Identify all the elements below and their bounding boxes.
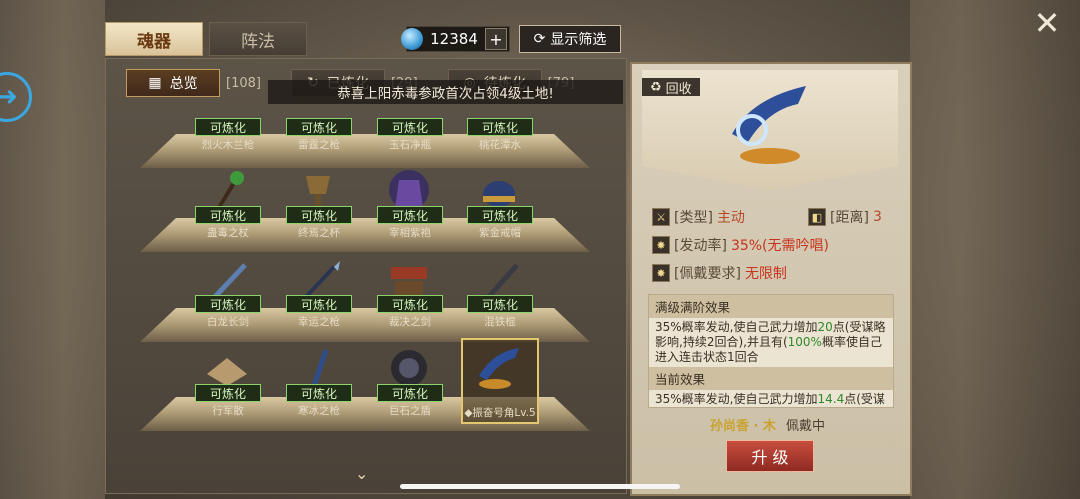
artifact-name: 终焉之杯 (298, 227, 340, 239)
artifact-item[interactable]: 可炼化 巨石之盾 (365, 346, 455, 424)
artifact-name: 混铁棍 (484, 316, 516, 328)
attr-range: ◧ [距离] 3 (808, 207, 882, 227)
range-icon: ◧ (808, 208, 826, 226)
refinable-badge: 可炼化 (467, 206, 533, 224)
tab-formation[interactable]: 阵法 (209, 22, 307, 56)
refinable-badge: 可炼化 (377, 118, 443, 136)
star-burst-icon: ✸ (652, 236, 670, 254)
current-effect-text: 35%概率发动,使自己武力增加14.4点(受谋 (655, 392, 885, 406)
attr-key: [类型] (674, 210, 713, 226)
artifact-item[interactable]: 可炼化 白龙长剑 (183, 257, 273, 335)
add-currency-button[interactable]: + (485, 28, 507, 50)
artifact-item[interactable]: 可炼化 裁决之剑 (365, 257, 455, 335)
upgrade-button[interactable]: 升 级 (726, 440, 814, 472)
artifact-item[interactable]: 可炼化 行军散 (183, 346, 273, 424)
refinable-badge: 可炼化 (286, 384, 352, 402)
war-horn-icon (479, 348, 519, 389)
effect-description[interactable]: 满级满阶效果 35%概率发动,使自己武力增加20点(受谋略影响,持续2回合),并… (648, 294, 894, 408)
filter-button-label: 显示筛选 (550, 32, 607, 48)
sword-type-icon: ⚔ (652, 208, 670, 226)
attr-key: [距离] (830, 210, 869, 226)
artifact-name: 雷霆之枪 (298, 139, 340, 151)
artifact-name: ◆振奋号角Lv.5 (464, 407, 536, 419)
war-horn-preview-icon (732, 86, 806, 164)
refinable-badge: 可炼化 (195, 206, 261, 224)
artifact-name: 蛊毒之杖 (207, 227, 249, 239)
attr-value: 3 (872, 209, 882, 225)
artifact-item[interactable]: 可炼化 幸运之枪 (274, 257, 364, 335)
wearer-info: 孙尚香 · 木 佩戴中 (710, 415, 825, 434)
recycle-label: 回收 (665, 81, 692, 97)
attr-requirement: ✸ [佩戴要求] 无限制 (652, 263, 787, 283)
attr-value: 35%(无需吟唱) (730, 238, 829, 254)
artifact-item-selected[interactable]: ◆振奋号角Lv.5 (461, 338, 539, 424)
artifact-name: 桃花潭水 (479, 139, 521, 151)
recycle-icon: ♻ (650, 79, 662, 95)
filter-button[interactable]: ⟳ 显示筛选 (519, 25, 621, 53)
artifact-name: 行军散 (212, 405, 244, 417)
refinable-badge: 可炼化 (195, 118, 261, 136)
refinable-badge: 可炼化 (377, 295, 443, 313)
attr-trigger-rate: ✸ [发动率] 35%(无需吟唱) (652, 235, 829, 255)
artifact-item[interactable]: 可炼化 混铁棍 (455, 257, 545, 335)
recycle-button[interactable]: ♻ 回收 (642, 78, 700, 97)
attr-key: [佩戴要求] (674, 266, 741, 282)
artifact-item[interactable]: 可炼化 紫金戒帽 (455, 168, 545, 246)
refinable-badge: 可炼化 (286, 206, 352, 224)
star-burst-icon: ✸ (652, 264, 670, 282)
refresh-icon: ⟳ (533, 31, 546, 47)
gem-icon (401, 28, 423, 50)
refinable-badge: 可炼化 (195, 384, 261, 402)
artifact-name: 玉石净瓶 (389, 139, 431, 151)
artifact-name: 巨石之盾 (389, 405, 431, 417)
artifact-name: 寒冰之枪 (298, 405, 340, 417)
background-right (910, 0, 1080, 499)
artifact-item[interactable]: 可炼化 宰相紫袍 (365, 168, 455, 246)
artifact-name: 幸运之枪 (298, 316, 340, 328)
refinable-badge: 可炼化 (467, 295, 533, 313)
currency-value: 12384 (430, 30, 478, 48)
wearer-name: 孙尚香 · 木 (710, 419, 776, 434)
attr-value: 无限制 (744, 266, 787, 282)
grid-icon: ▦ (148, 75, 162, 91)
max-effect-title: 满级满阶效果 (649, 295, 893, 318)
max-effect-text: 35%概率发动,使自己武力增加20点(受谋略影响,持续2回合),并且有(100%… (655, 320, 886, 364)
attr-value: 主动 (716, 210, 745, 226)
refinable-badge: 可炼化 (286, 295, 352, 313)
refinable-badge: 可炼化 (467, 118, 533, 136)
artifact-item[interactable]: 可炼化 蛊毒之杖 (183, 168, 273, 246)
wearer-status: 佩戴中 (786, 419, 826, 434)
artifact-name: 烈火木兰枪 (201, 139, 255, 151)
refinable-badge: 可炼化 (195, 295, 261, 313)
artifact-item[interactable]: 可炼化 烈火木兰枪 (183, 80, 273, 158)
top-tabs: 魂器 阵法 (105, 22, 307, 56)
artifact-item[interactable]: 可炼化 终焉之杯 (274, 168, 364, 246)
artifact-name: 白龙长剑 (207, 316, 249, 328)
close-icon[interactable]: ✕ (1030, 4, 1064, 42)
scroll-down-chevron-icon: ⌄ (355, 464, 369, 483)
attr-key: [发动率] (674, 238, 727, 254)
notification-toast: 恭喜上阳赤毒参政首次占领4级土地! (268, 80, 623, 104)
artifact-name: 裁决之剑 (389, 316, 431, 328)
tab-soul-artifact[interactable]: 魂器 (105, 22, 203, 56)
currency-bar: 12384 + (401, 26, 510, 52)
artifact-name: 紫金戒帽 (479, 227, 521, 239)
refinable-badge: 可炼化 (286, 118, 352, 136)
attr-type: ⚔ [类型] 主动 (652, 207, 745, 227)
artifact-item[interactable]: 可炼化 寒冰之枪 (274, 346, 364, 424)
refinable-badge: 可炼化 (377, 384, 443, 402)
home-indicator[interactable] (400, 484, 680, 489)
current-effect-title: 当前效果 (649, 367, 893, 390)
artifact-name: 宰相紫袍 (389, 227, 431, 239)
refinable-badge: 可炼化 (377, 206, 443, 224)
